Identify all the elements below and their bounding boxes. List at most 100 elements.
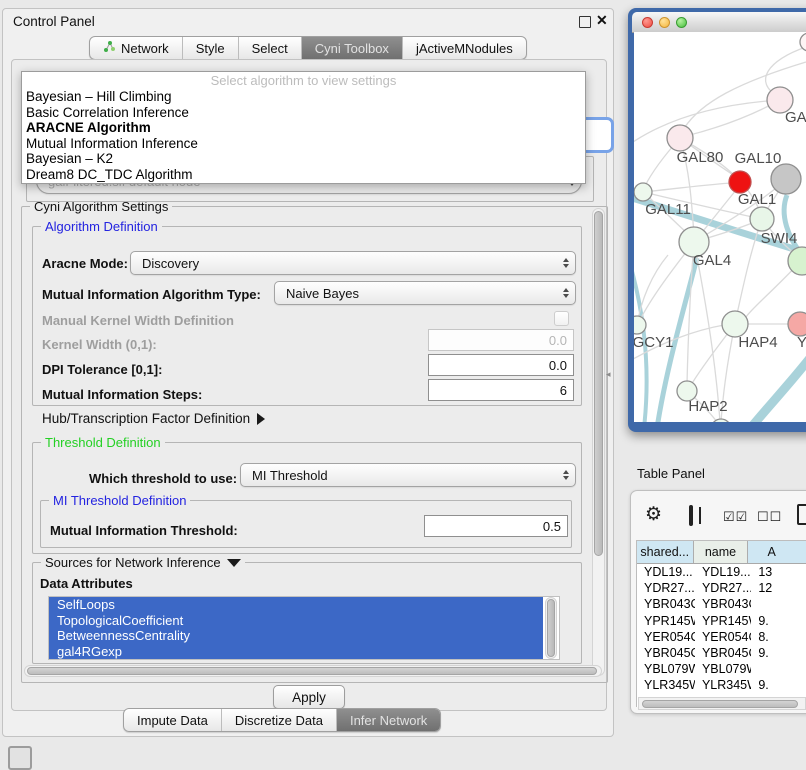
manual-kernel-width-checkbox[interactable] (554, 311, 569, 326)
kernel-width-input[interactable]: 0.0 (428, 329, 574, 351)
algorithm-option-dream8-dc-tdc-algorithm[interactable]: Dream8 DC_TDC Algorithm (22, 167, 585, 183)
network-node-y[interactable] (788, 312, 806, 336)
zoom-traffic-light-icon[interactable] (676, 17, 687, 28)
table-cell: 13 (751, 564, 806, 580)
network-node-gal10[interactable] (771, 164, 801, 194)
table-cell: YBR045C (637, 645, 695, 661)
network-tab-icon (103, 40, 116, 56)
network-canvas[interactable]: GAL7GAL80GAL10GAL11GAL1SWI4GAL4GCY1HAP4Y… (634, 32, 806, 422)
tab-label: jActiveMNodules (416, 41, 513, 56)
column-header-a[interactable]: A (748, 541, 806, 563)
cyni-tab-impute-data[interactable]: Impute Data (124, 709, 221, 731)
gear-icon[interactable]: ⚙ (645, 503, 662, 526)
table-cell: YDR27... (695, 580, 751, 596)
table-cell (751, 661, 806, 677)
attribute-item-selfloops[interactable]: SelfLoops (49, 597, 543, 613)
sources-legend-wrap[interactable]: Sources for Network Inference (41, 555, 245, 570)
mi-algorithm-type-label: Mutual Information Algorithm Type: (42, 287, 261, 302)
tab-network[interactable]: Network (90, 37, 182, 59)
collapsed-panel-icon[interactable] (8, 746, 32, 770)
attribute-item-betweennesscentrality[interactable]: BetweennessCentrality (49, 628, 543, 644)
mi-steps-label: Mutual Information Steps: (42, 387, 202, 402)
mi-threshold-label: Mutual Information Threshold: (50, 523, 238, 538)
settings-vertical-scrollbar[interactable] (592, 208, 605, 676)
table-cell: YBR045C (695, 645, 751, 661)
tab-label: Select (252, 41, 288, 56)
select-all-checkboxes-icon[interactable]: ☑☑ (723, 509, 748, 525)
table-row[interactable]: YLR345WYLR345W9. (637, 677, 806, 693)
column-header-name[interactable]: name (694, 541, 749, 563)
table-row[interactable]: YPR145WYPR145W9. (637, 613, 806, 629)
tab-jactivemnodules[interactable]: jActiveMNodules (402, 37, 526, 59)
hub-definition-section[interactable]: Hub/Transcription Factor Definition (42, 411, 265, 426)
mi-algorithm-type-combo[interactable]: Naive Bayes (274, 281, 576, 305)
table-cell: YBL079W (695, 661, 751, 677)
network-node-label: GAL10 (735, 150, 782, 167)
algorithm-option-bayesian-hill-climbing[interactable]: Bayesian – Hill Climbing (22, 89, 585, 105)
data-attributes-list[interactable]: SelfLoopsTopologicalCoefficientBetweenne… (48, 596, 560, 660)
column-header-shared[interactable]: shared... (637, 541, 694, 563)
algorithm-option-mutual-information-inference[interactable]: Mutual Information Inference (22, 136, 585, 152)
network-node[interactable] (729, 171, 751, 193)
algorithm-option-bayesian-k2[interactable]: Bayesian – K2 (22, 151, 585, 167)
algorithm-option-aracne-algorithm[interactable]: ARACNE Algorithm (22, 120, 585, 136)
tab-label: Impute Data (137, 713, 208, 728)
mi-steps-input[interactable]: 6 (428, 379, 574, 401)
table-horizontal-scrollbar-thumb[interactable] (642, 700, 798, 708)
network-node-gal1[interactable] (750, 207, 774, 231)
float-window-icon[interactable] (579, 16, 591, 28)
tab-cyni-toolbox[interactable]: Cyni Toolbox (301, 37, 402, 59)
cyni-tab-infer-network[interactable]: Infer Network (336, 709, 440, 731)
kernel-width-label: Kernel Width (0,1): (42, 337, 157, 352)
close-traffic-light-icon[interactable] (642, 17, 653, 28)
splitter-arrow-icon[interactable]: ◂ (606, 369, 611, 380)
table-panel-title: Table Panel (637, 466, 705, 481)
attributes-scrollbar[interactable] (545, 597, 557, 659)
attributes-scrollbar-thumb[interactable] (547, 599, 555, 657)
network-node-gal80[interactable] (667, 125, 693, 151)
table-row[interactable]: YDR27...YDR27...12 (637, 580, 806, 596)
table-cell: YER054C (637, 629, 695, 645)
table-cell: YBR043C (695, 596, 751, 612)
dpi-tolerance-input[interactable]: 0.0 (428, 354, 574, 376)
table-cell: YDL19... (637, 564, 695, 580)
which-threshold-value: MI Threshold (252, 468, 328, 483)
table-row[interactable]: YBL079WYBL079W (637, 661, 806, 677)
split-columns-icon[interactable] (689, 505, 693, 526)
table-row[interactable]: YBR045CYBR045C9. (637, 645, 806, 661)
close-window-icon[interactable]: ✕ (596, 12, 608, 29)
table-body: YDL19...YDL19...13YDR27...YDR27...12YBR0… (637, 564, 806, 707)
network-node-label: Y (797, 334, 806, 351)
network-node-label: GAL7 (785, 109, 806, 126)
table-horizontal-scrollbar[interactable] (638, 697, 806, 710)
network-node-gcy1[interactable] (634, 316, 646, 334)
cyni-tab-discretize-data[interactable]: Discretize Data (221, 709, 336, 731)
minimize-traffic-light-icon[interactable] (659, 17, 670, 28)
tab-style[interactable]: Style (182, 37, 238, 59)
attribute-item-topologicalcoefficient[interactable]: TopologicalCoefficient (49, 613, 543, 629)
network-node-gal11[interactable] (634, 183, 652, 201)
desktop: { "colors": { "selection_blue": "#3c68c6… (0, 0, 806, 762)
table-cell: 8. (751, 629, 806, 645)
deselect-all-checkboxes-icon[interactable]: ☐☐ (757, 509, 782, 525)
algorithm-definition-legend: Algorithm Definition (41, 219, 162, 234)
table-cell: YPR145W (637, 613, 695, 629)
file-icon[interactable] (797, 504, 806, 525)
dpi-tolerance-label: DPI Tolerance [0,1]: (42, 362, 162, 377)
mi-threshold-input[interactable]: 0.5 (424, 515, 568, 537)
chevron-down-icon (227, 559, 241, 567)
settings-vertical-scrollbar-thumb[interactable] (594, 211, 603, 556)
table-row[interactable]: YER054CYER054C8. (637, 629, 806, 645)
aracne-mode-combo[interactable]: Discovery (130, 251, 576, 275)
settings-horizontal-scrollbar-thumb[interactable] (27, 667, 597, 675)
tab-select[interactable]: Select (238, 37, 301, 59)
network-node[interactable] (711, 419, 731, 422)
table-row[interactable]: YDL19...YDL19...13 (637, 564, 806, 580)
settings-horizontal-scrollbar[interactable] (24, 665, 602, 677)
which-threshold-combo[interactable]: MI Threshold (240, 463, 576, 487)
apply-button[interactable]: Apply (273, 685, 345, 709)
attribute-item-gal4rgexp[interactable]: gal4RGexp (49, 644, 543, 660)
network-window-titlebar[interactable] (632, 12, 806, 33)
table-row[interactable]: YBR043CYBR043C (637, 596, 806, 612)
algorithm-option-basic-correlation-inference[interactable]: Basic Correlation Inference (22, 105, 585, 121)
